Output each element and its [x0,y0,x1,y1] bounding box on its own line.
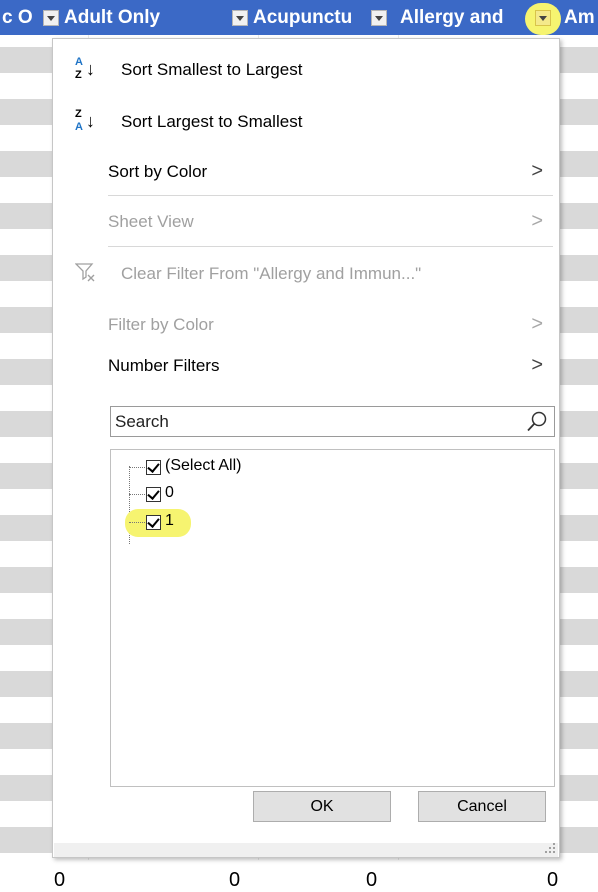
resize-grip-icon[interactable] [545,843,555,853]
tree-connector [129,494,145,495]
cell-value[interactable]: 0 [366,869,377,892]
cell-value[interactable]: 0 [54,869,65,892]
header-row: c O Adult Only Acupunctu Allergy and Am [0,0,598,35]
sort-ascending-item[interactable]: A Z ↓ Sort Smallest to Largest [53,47,559,95]
menu-item-label: Clear Filter From "Allergy and Immun..." [121,264,422,283]
menu-item-label: Sort by Color [108,162,208,181]
filter-dropdown-icon[interactable] [371,10,387,26]
list-item-label: 0 [165,484,174,501]
column-header-allergy[interactable]: Allergy and [400,0,534,35]
checkbox[interactable] [146,460,161,475]
list-item-label: (Select All) [165,457,242,474]
menu-footer [54,843,558,857]
menu-item-label: Number Filters [108,356,220,375]
column-header[interactable]: Am [564,0,598,35]
search-box[interactable] [110,406,555,437]
cancel-button[interactable]: Cancel [418,791,546,822]
column-header-acupuncture[interactable]: Acupunctu [253,0,367,35]
checkbox[interactable] [146,487,161,502]
submenu-arrow-icon: > [531,160,543,182]
menu-separator [108,195,553,196]
menu-item-label: Sort Largest to Smallest [121,112,303,131]
submenu-arrow-icon: > [531,354,543,376]
menu-item-label: Sort Smallest to Largest [121,60,303,79]
cell-value[interactable]: 0 [547,869,558,892]
menu-item-label: Filter by Color [108,315,214,334]
menu-separator [108,246,553,247]
column-header[interactable]: c O [2,0,40,35]
bottom-row: 0 0 0 0 [0,869,598,891]
sort-by-color-item[interactable]: Sort by Color > [53,149,559,197]
sort-ascending-icon: A Z ↓ [75,56,95,81]
submenu-arrow-icon: > [531,210,543,232]
checkbox[interactable] [146,515,161,530]
ok-button[interactable]: OK [253,791,391,822]
search-input[interactable] [115,410,505,433]
sort-descending-icon: Z A ↓ [75,108,95,133]
tree-connector [129,467,145,468]
autofilter-menu: A Z ↓ Sort Smallest to Largest Z A ↓ Sort La… [52,38,560,858]
cell-value[interactable]: 0 [229,869,240,892]
tree-connector [129,522,145,523]
submenu-arrow-icon: > [531,313,543,335]
filter-dropdown-icon[interactable] [535,10,551,26]
number-filters-item[interactable]: Number Filters > [53,343,559,391]
filter-value-list[interactable]: (Select All) 0 1 [110,449,555,787]
list-item-label: 1 [165,512,174,529]
clear-filter-icon [75,263,95,282]
clear-filter-item: Clear Filter From "Allergy and Immun..." [53,251,559,299]
filter-dropdown-icon[interactable] [43,10,59,26]
sheet-view-item: Sheet View > [53,199,559,247]
menu-item-label: Sheet View [108,212,194,231]
sort-descending-item[interactable]: Z A ↓ Sort Largest to Smallest [53,99,559,147]
search-icon[interactable] [526,411,548,433]
column-header-adult-only[interactable]: Adult Only [64,0,228,35]
filter-dropdown-icon[interactable] [232,10,248,26]
